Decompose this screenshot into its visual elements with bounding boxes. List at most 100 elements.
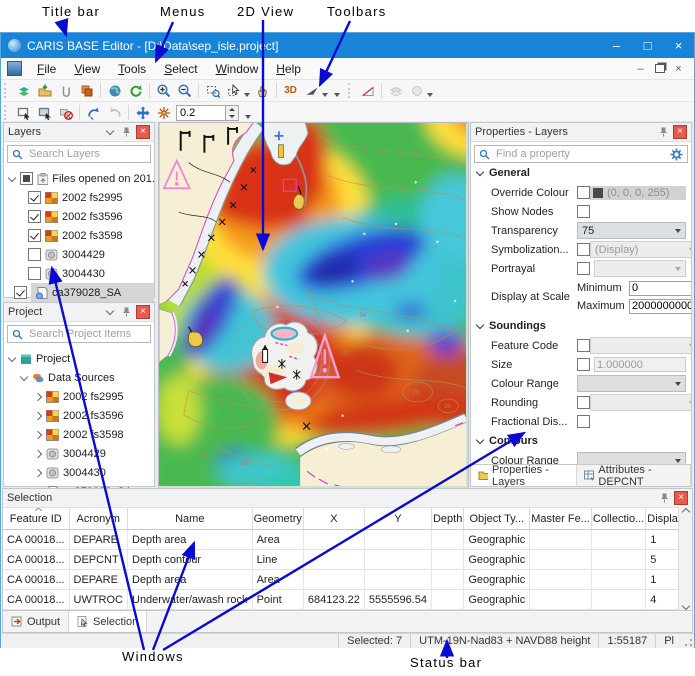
- symbolization-checkbox[interactable]: [577, 243, 590, 256]
- minimize-button[interactable]: –: [601, 33, 632, 58]
- table-row[interactable]: CA 00018...UWTROCUnderwater/awash rockPo…: [3, 590, 692, 610]
- selection-panel-titlebar[interactable]: Selection ×: [3, 489, 692, 508]
- portrayal-dropdown[interactable]: [594, 260, 686, 277]
- layers-search-input[interactable]: [27, 147, 150, 161]
- resize-grip[interactable]: [682, 634, 694, 648]
- pin-icon[interactable]: [119, 125, 133, 139]
- scale-minimum-input[interactable]: [629, 281, 691, 296]
- col-object-type[interactable]: Object Ty...: [464, 508, 530, 530]
- document-icon[interactable]: [7, 61, 22, 76]
- layer-checkbox[interactable]: [28, 191, 41, 204]
- soundings-colour-range-dropdown[interactable]: [577, 375, 686, 392]
- title-bar[interactable]: CARIS BASE Editor - [D:\Data\sep_isle.pr…: [1, 33, 694, 58]
- panel-close-button[interactable]: ×: [673, 125, 687, 139]
- layer-row[interactable]: 2002 fs3596: [4, 207, 154, 226]
- tab-attributes-depcnt[interactable]: Attributes - DEPCNT: [577, 465, 691, 486]
- select-rect-button[interactable]: [13, 103, 34, 122]
- feature-code-checkbox[interactable]: [577, 339, 590, 352]
- override-colour-checkbox[interactable]: [577, 186, 590, 199]
- fractional-checkbox[interactable]: [577, 415, 590, 428]
- pin-icon[interactable]: [657, 491, 671, 505]
- layer-checkbox[interactable]: [28, 210, 41, 223]
- combine-layers-button[interactable]: [76, 81, 97, 100]
- layer-checkbox[interactable]: [28, 267, 41, 280]
- attach-button[interactable]: [55, 81, 76, 100]
- maximize-button[interactable]: □: [632, 33, 663, 58]
- project-root-row[interactable]: Project: [4, 349, 154, 368]
- menu-tools[interactable]: Tools: [109, 60, 155, 78]
- layer-row[interactable]: 2002 fs2995: [4, 188, 154, 207]
- reverse-selection-button[interactable]: [83, 103, 104, 122]
- open-data-button[interactable]: [34, 81, 55, 100]
- project-search-input[interactable]: [27, 327, 150, 341]
- col-feature-id[interactable]: Feature ID: [3, 508, 69, 530]
- properties-panel-titlebar[interactable]: Properties - Layers ×: [471, 123, 691, 142]
- layer-checkbox[interactable]: [28, 248, 41, 261]
- refresh-button[interactable]: [125, 81, 146, 100]
- scroll-up-icon[interactable]: [681, 508, 689, 516]
- pan-button[interactable]: [252, 81, 273, 100]
- col-master[interactable]: Master Fe...: [530, 508, 592, 530]
- project-item-row[interactable]: 2002 fs3596: [4, 406, 154, 425]
- close-button[interactable]: ×: [663, 33, 694, 58]
- layer-checkbox[interactable]: [28, 229, 41, 242]
- table-row[interactable]: CA 00018...DEPAREDepth areaAreaGeographi…: [3, 570, 692, 590]
- panel-menu-button[interactable]: [103, 305, 117, 319]
- new-layer-button[interactable]: [13, 81, 34, 100]
- portrayal-checkbox[interactable]: [577, 262, 590, 275]
- layers-root-row[interactable]: Files opened on 201...: [4, 169, 154, 188]
- menu-help[interactable]: Help: [267, 60, 310, 78]
- toolbar-grip[interactable]: [4, 105, 9, 120]
- scale-maximum-input[interactable]: [629, 299, 691, 314]
- col-depth[interactable]: Depth: [431, 508, 463, 530]
- mdi-restore-button[interactable]: [650, 61, 669, 76]
- feature-code-dropdown[interactable]: [590, 337, 691, 354]
- menu-window[interactable]: Window: [207, 60, 268, 78]
- panel-close-button[interactable]: ×: [136, 305, 150, 319]
- symbolization-dropdown[interactable]: (Display): [590, 241, 691, 258]
- snap-radius-button[interactable]: [153, 103, 174, 122]
- layer-row[interactable]: 3004429: [4, 245, 154, 264]
- panel-menu-button[interactable]: [103, 125, 117, 139]
- toolbar-overflow-icon[interactable]: [245, 115, 251, 119]
- tab-selection[interactable]: Selection: [69, 611, 147, 632]
- gear-icon[interactable]: [670, 148, 683, 161]
- group-contours[interactable]: Contours: [471, 431, 691, 451]
- layer-checkbox[interactable]: [14, 286, 27, 299]
- layers-root-checkbox[interactable]: [20, 172, 33, 185]
- rounding-checkbox[interactable]: [577, 396, 590, 409]
- properties-search-input[interactable]: [494, 147, 666, 161]
- layer-row[interactable]: 2002 fs3598: [4, 226, 154, 245]
- select-rect-add-button[interactable]: [34, 103, 55, 122]
- project-item-row[interactable]: 3004429: [4, 444, 154, 463]
- scroll-down-icon[interactable]: [681, 602, 689, 610]
- data-sources-row[interactable]: Data Sources: [4, 368, 154, 387]
- panel-close-button[interactable]: ×: [136, 125, 150, 139]
- menu-view[interactable]: View: [65, 60, 109, 78]
- slope-editor-button[interactable]: [357, 81, 378, 100]
- group-general[interactable]: General: [471, 163, 691, 183]
- layers-panel-titlebar[interactable]: Layers ×: [4, 123, 154, 142]
- panel-close-button[interactable]: ×: [674, 491, 688, 505]
- mdi-close-button[interactable]: ×: [669, 61, 688, 76]
- size-checkbox[interactable]: [577, 358, 590, 371]
- pin-icon[interactable]: [656, 125, 670, 139]
- tab-properties-layers[interactable]: Properties - Layers: [471, 465, 577, 486]
- project-panel-titlebar[interactable]: Project ×: [4, 303, 154, 322]
- show-nodes-checkbox[interactable]: [577, 205, 590, 218]
- col-collection[interactable]: Collectio...: [591, 508, 645, 530]
- toolbar-grip[interactable]: [348, 83, 353, 98]
- zoom-window-button[interactable]: [202, 81, 223, 100]
- layer-row[interactable]: 3004430: [4, 264, 154, 283]
- col-name[interactable]: Name: [128, 508, 253, 530]
- table-row[interactable]: CA 00018...DEPCNTDepth contourLineGeogra…: [3, 550, 692, 570]
- 3d-view-button[interactable]: 3D: [280, 81, 301, 100]
- col-acronym[interactable]: Acronym: [69, 508, 128, 530]
- radius-input[interactable]: [176, 105, 226, 121]
- rounding-dropdown[interactable]: [590, 394, 691, 411]
- table-row[interactable]: CA 00018...DEPAREDepth areaAreaGeographi…: [3, 530, 692, 550]
- menu-select[interactable]: Select: [155, 60, 206, 78]
- toolbar-grip[interactable]: [4, 83, 9, 98]
- size-input[interactable]: [594, 357, 686, 372]
- toolbar-overflow-icon[interactable]: [334, 93, 340, 97]
